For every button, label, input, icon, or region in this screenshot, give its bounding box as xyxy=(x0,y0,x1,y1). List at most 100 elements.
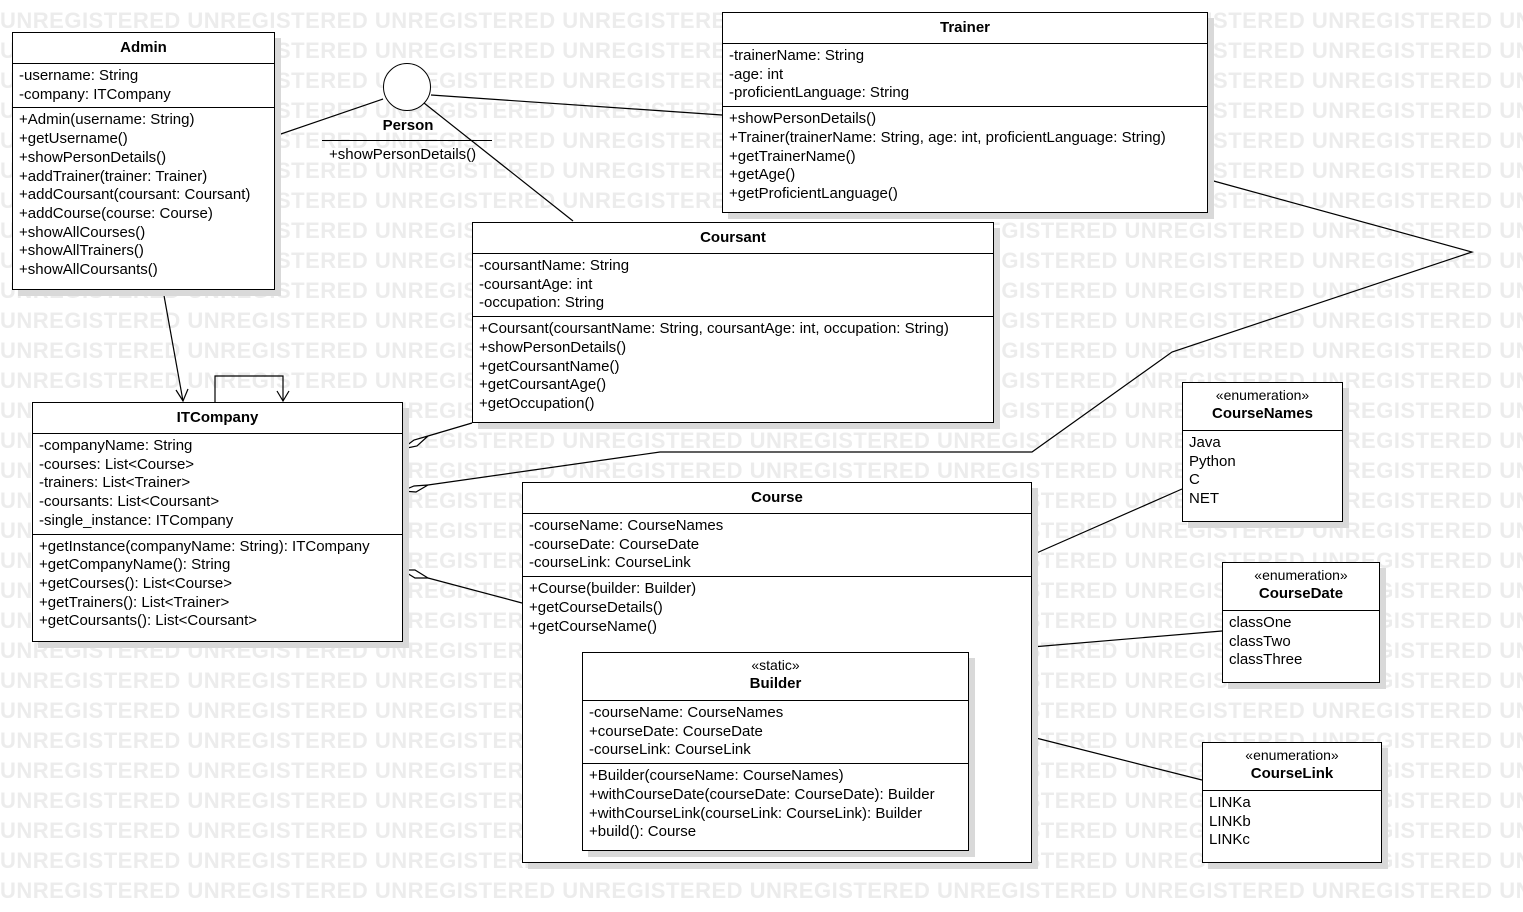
trainer-attribute-row[interactable]: -proficientLanguage: String xyxy=(729,84,1201,103)
coursenames-enum-header: «enumeration» CourseNames xyxy=(1183,383,1342,431)
course-attributes: -courseName: CourseNames -courseDate: Cou… xyxy=(523,514,1031,576)
itcompany-attribute-row[interactable]: -trainers: List<Trainer> xyxy=(39,474,396,493)
coursenames-literal-row[interactable]: Java xyxy=(1189,434,1336,453)
builder-operations: +Builder(courseName: CourseNames) +withCo… xyxy=(583,763,968,845)
admin-person-link xyxy=(274,98,384,137)
trainer-operation-row[interactable]: +showPersonDetails() xyxy=(729,110,1201,129)
itcompany-attribute-row[interactable]: -single_instance: ITCompany xyxy=(39,512,396,531)
coursenames-enum-name: CourseNames xyxy=(1212,405,1313,422)
courselink-enum-header: «enumeration» CourseLink xyxy=(1203,743,1381,791)
itcompany-attributes: -companyName: String -courses: List<Cours… xyxy=(33,434,402,534)
coursedate-literal-row[interactable]: classOne xyxy=(1229,614,1373,633)
courselink-literal-row[interactable]: LINKc xyxy=(1209,831,1375,850)
itcompany-class[interactable]: ITCompany -companyName: String -courses: … xyxy=(32,402,403,642)
coursant-class[interactable]: Coursant -coursantName: String -coursantA… xyxy=(472,222,994,423)
itcompany-operation-row[interactable]: +getCoursants(): List<Coursant> xyxy=(39,612,396,631)
person-interface-icon[interactable] xyxy=(383,63,431,111)
course-courselink-link xyxy=(1031,736,1203,781)
builder-operation-row[interactable]: +build(): Course xyxy=(589,823,962,842)
admin-operation-row[interactable]: +addTrainer(trainer: Trainer) xyxy=(19,168,268,187)
coursedate-literal-row[interactable]: classThree xyxy=(1229,651,1373,670)
coursant-operations: +Coursant(coursantName: String, coursant… xyxy=(473,316,993,417)
coursenames-stereotype: «enumeration» xyxy=(1215,387,1310,403)
coursenames-enum[interactable]: «enumeration» CourseNames Java Python C NET xyxy=(1182,382,1343,522)
itcompany-attribute-row[interactable]: -companyName: String xyxy=(39,437,396,456)
trainer-operation-row[interactable]: +getProficientLanguage() xyxy=(729,185,1201,204)
coursedate-literal-row[interactable]: classTwo xyxy=(1229,633,1373,652)
itcompany-class-name: ITCompany xyxy=(33,403,402,434)
courselink-stereotype: «enumeration» xyxy=(1245,747,1339,763)
admin-operation-row[interactable]: +getUsername() xyxy=(19,130,268,149)
itcompany-attribute-row[interactable]: -coursants: List<Coursant> xyxy=(39,493,396,512)
trainer-operation-row[interactable]: +getAge() xyxy=(729,166,1201,185)
builder-operation-row[interactable]: +withCourseDate(courseDate: CourseDate):… xyxy=(589,786,962,805)
course-coursenames-link xyxy=(1031,488,1183,556)
trainer-class[interactable]: Trainer -trainerName: String -age: int -pr… xyxy=(722,12,1208,213)
coursenames-literal-row[interactable]: C xyxy=(1189,471,1336,490)
admin-operation-row[interactable]: +addCourse(course: Course) xyxy=(19,205,268,224)
itcompany-operation-row[interactable]: +getInstance(companyName: String): ITCom… xyxy=(39,538,396,557)
admin-operation-row[interactable]: +addCoursant(coursant: Coursant) xyxy=(19,186,268,205)
trainer-attribute-row[interactable]: -age: int xyxy=(729,66,1201,85)
builder-attribute-row[interactable]: +courseDate: CourseDate xyxy=(589,723,962,742)
trainer-attribute-row[interactable]: -trainerName: String xyxy=(729,47,1201,66)
builder-class[interactable]: «static» Builder -courseName: CourseName… xyxy=(582,652,969,851)
coursant-class-name: Coursant xyxy=(473,223,993,254)
course-attribute-row[interactable]: -courseDate: CourseDate xyxy=(529,536,1025,555)
admin-operation-row[interactable]: +showAllTrainers() xyxy=(19,242,268,261)
coursedate-enum-name: CourseDate xyxy=(1258,585,1344,602)
itcompany-operations: +getInstance(companyName: String): ITCom… xyxy=(33,533,402,635)
builder-stereotype: «static» xyxy=(751,657,800,673)
coursant-operation-row[interactable]: +Coursant(coursantName: String, coursant… xyxy=(479,320,987,339)
builder-attribute-row[interactable]: -courseName: CourseNames xyxy=(589,704,962,723)
coursant-attribute-row[interactable]: -coursantAge: int xyxy=(479,276,987,295)
itcompany-trainer-diamond xyxy=(401,484,429,493)
coursant-attribute-row[interactable]: -coursantName: String xyxy=(479,257,987,276)
coursenames-literal-row[interactable]: NET xyxy=(1189,490,1336,509)
coursedate-enum-header: «enumeration» CourseDate xyxy=(1223,563,1379,611)
courselink-literal-row[interactable]: LINKb xyxy=(1209,813,1375,832)
coursant-operation-row[interactable]: +getCoursantAge() xyxy=(479,376,987,395)
admin-attribute-row[interactable]: -company: ITCompany xyxy=(19,86,268,105)
admin-operation-row[interactable]: +showAllCourses() xyxy=(19,224,268,243)
course-attribute-row[interactable]: -courseLink: CourseLink xyxy=(529,554,1025,573)
builder-attributes: -courseName: CourseNames +courseDate: Cou… xyxy=(583,701,968,763)
coursant-operation-row[interactable]: +getOccupation() xyxy=(479,395,987,414)
coursant-attribute-row[interactable]: -occupation: String xyxy=(479,294,987,313)
itcompany-attribute-row[interactable]: -courses: List<Course> xyxy=(39,456,396,475)
courselink-literal-row[interactable]: LINKa xyxy=(1209,794,1375,813)
coursant-operation-row[interactable]: +getCoursantName() xyxy=(479,358,987,377)
course-operation-row[interactable]: +getCourseName() xyxy=(529,618,1025,637)
course-operation-row[interactable]: +getCourseDetails() xyxy=(529,599,1025,618)
itcompany-operation-row[interactable]: +getCompanyName(): String xyxy=(39,556,396,575)
itcompany-operation-row[interactable]: +getTrainers(): List<Trainer> xyxy=(39,594,396,613)
builder-class-header: «static» Builder xyxy=(583,653,968,701)
admin-operation-row[interactable]: +showPersonDetails() xyxy=(19,149,268,168)
course-operation-row[interactable]: +Course(builder: Builder) xyxy=(529,580,1025,599)
courselink-enum[interactable]: «enumeration» CourseLink LINKa LINKb LINKc xyxy=(1202,742,1382,863)
builder-attribute-row[interactable]: -courseLink: CourseLink xyxy=(589,741,962,760)
coursenames-literal-row[interactable]: Python xyxy=(1189,453,1336,472)
coursenames-literals: Java Python C NET xyxy=(1183,431,1342,512)
courselink-enum-name: CourseLink xyxy=(1250,765,1334,782)
coursant-operation-row[interactable]: +showPersonDetails() xyxy=(479,339,987,358)
trainer-operation-row[interactable]: +Trainer(trainerName: String, age: int, … xyxy=(729,129,1201,148)
trainer-operation-row[interactable]: +getTrainerName() xyxy=(729,148,1201,167)
courselink-literals: LINKa LINKb LINKc xyxy=(1203,791,1381,853)
admin-operation-row[interactable]: +showAllCoursants() xyxy=(19,261,268,280)
admin-attribute-row[interactable]: -username: String xyxy=(19,67,268,86)
itcompany-operation-row[interactable]: +getCourses(): List<Course> xyxy=(39,575,396,594)
trainer-person-link xyxy=(430,94,723,116)
person-interface-divider xyxy=(322,140,492,141)
admin-class[interactable]: Admin -username: String -company: ITCompa… xyxy=(12,32,275,290)
coursedate-enum[interactable]: «enumeration» CourseDate classOne classTw… xyxy=(1222,562,1380,683)
person-interface-name[interactable]: Person xyxy=(370,117,446,134)
trainer-attributes: -trainerName: String -age: int -proficient… xyxy=(723,44,1207,106)
course-class-name: Course xyxy=(523,483,1031,514)
builder-operation-row[interactable]: +withCourseLink(courseLink: CourseLink):… xyxy=(589,805,962,824)
builder-operation-row[interactable]: +Builder(courseName: CourseNames) xyxy=(589,767,962,786)
person-interface-operation[interactable]: +showPersonDetails() xyxy=(329,146,476,163)
admin-operation-row[interactable]: +Admin(username: String) xyxy=(19,111,268,130)
course-attribute-row[interactable]: -courseName: CourseNames xyxy=(529,517,1025,536)
coursedate-stereotype: «enumeration» xyxy=(1254,567,1348,583)
